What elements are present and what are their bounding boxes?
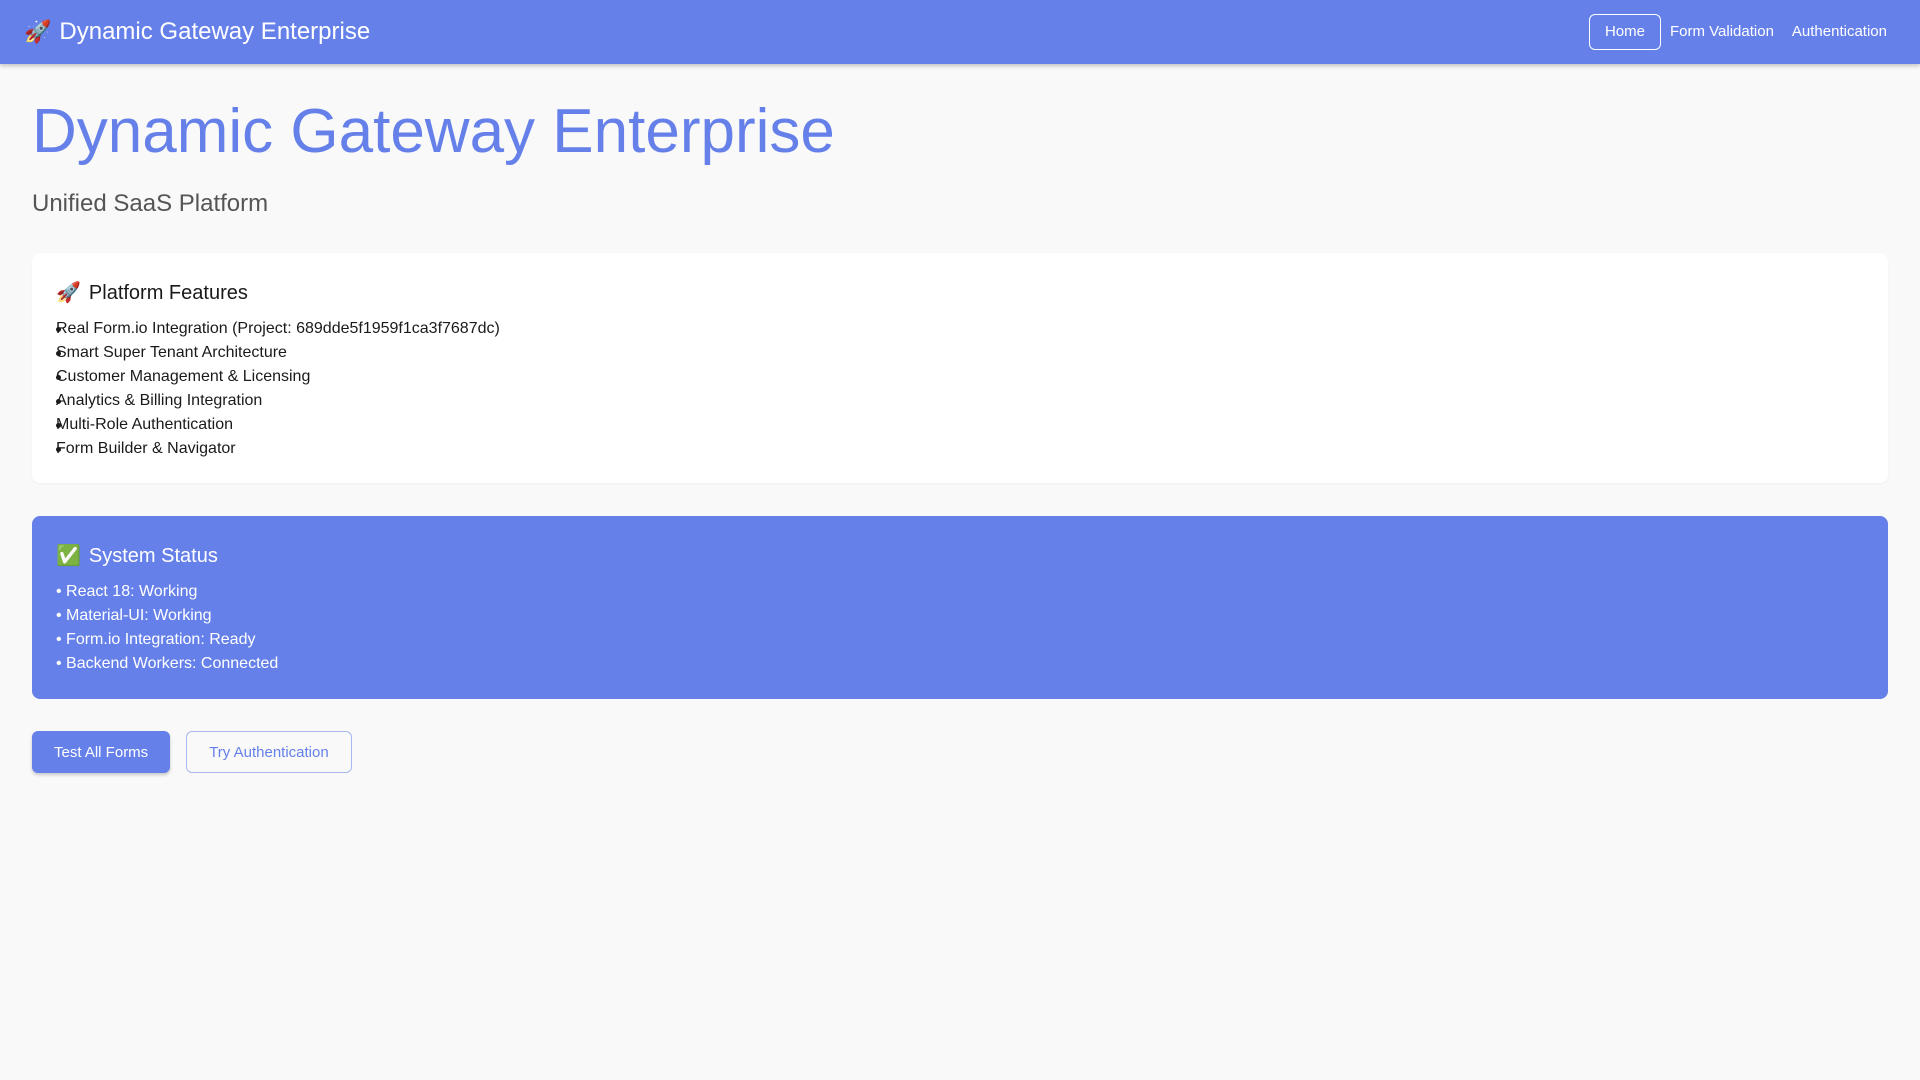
nav-home-button[interactable]: Home: [1588, 14, 1661, 50]
page-subtitle: Unified SaaS Platform: [32, 190, 269, 217]
check-mark-icon: ✅: [56, 545, 81, 567]
status-heading: ✅ System Status: [56, 540, 1864, 572]
rocket-icon: 🚀: [24, 19, 52, 44]
page-title: Dynamic Gateway Enterprise: [32, 97, 835, 166]
status-line: • Form.io Integration: Ready: [56, 631, 256, 648]
feature-item-text: Form Builder & Navigator: [56, 440, 236, 457]
feature-item: Form Builder & Navigator: [56, 437, 1864, 461]
main-content: Dynamic Gateway Enterprise Unified SaaS …: [32, 64, 1888, 773]
feature-item: Multi-Role Authentication: [56, 413, 1864, 437]
features-heading: 🚀 Platform Features: [56, 277, 1864, 309]
action-buttons: Test All Forms Try Authentication: [32, 731, 352, 773]
feature-list: Real Form.io Integration (Project: 689dd…: [56, 317, 1864, 461]
feature-item-text: Analytics & Billing Integration: [56, 392, 263, 409]
nav-authentication-button[interactable]: Authentication: [1783, 14, 1896, 50]
feature-item: Real Form.io Integration (Project: 689dd…: [56, 317, 1864, 341]
feature-item-text: Customer Management & Licensing: [56, 368, 311, 385]
feature-item: Customer Management & Licensing: [56, 365, 1864, 389]
status-line: • Backend Workers: Connected: [56, 655, 279, 672]
system-status-card: ✅ System Status • React 18: Working • Ma…: [32, 516, 1888, 699]
top-nav: Home Form Validation Authentication: [1588, 14, 1896, 50]
test-all-forms-button[interactable]: Test All Forms: [32, 731, 171, 773]
feature-item-text: Real Form.io Integration (Project: 689dd…: [56, 320, 500, 337]
app-bar: 🚀 Dynamic Gateway Enterprise Home Form V…: [0, 0, 1920, 64]
try-authentication-button[interactable]: Try Authentication: [186, 731, 352, 773]
brand-title: Dynamic Gateway Enterprise: [59, 18, 371, 45]
nav-form-validation-button[interactable]: Form Validation: [1661, 14, 1783, 50]
brand[interactable]: 🚀 Dynamic Gateway Enterprise: [24, 18, 370, 46]
feature-item-text: Smart Super Tenant Architecture: [56, 344, 287, 361]
status-line: • Material-UI: Working: [56, 607, 212, 624]
status-title: System Status: [88, 545, 218, 567]
feature-item-text: Multi-Role Authentication: [56, 416, 233, 433]
feature-item: Smart Super Tenant Architecture: [56, 341, 1864, 365]
platform-features-card: 🚀 Platform Features Real Form.io Integra…: [32, 253, 1888, 483]
features-title: Platform Features: [88, 282, 248, 304]
status-line: • React 18: Working: [56, 583, 198, 600]
rocket-icon: 🚀: [56, 282, 81, 304]
feature-item: Analytics & Billing Integration: [56, 389, 1864, 413]
